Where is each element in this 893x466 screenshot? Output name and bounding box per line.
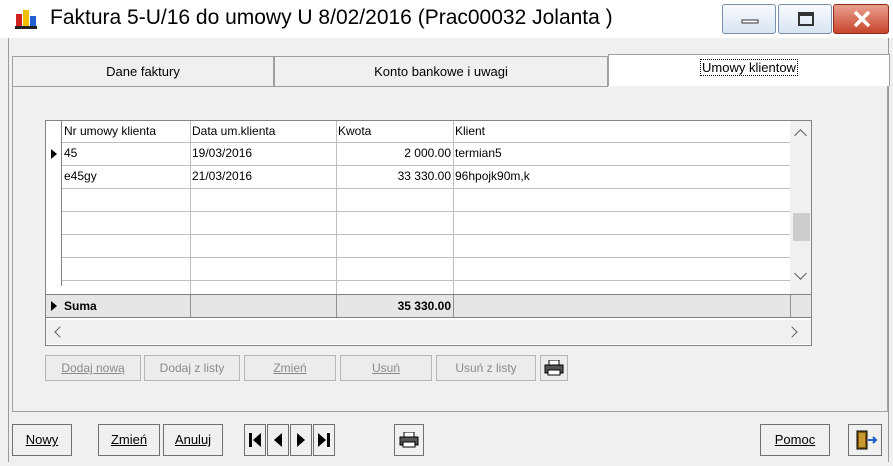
sum-kwota: 35 330.00 [397, 299, 451, 313]
grid-line [790, 295, 791, 317]
vertical-scrollbar[interactable] [790, 121, 811, 294]
first-record-button[interactable] [244, 424, 266, 456]
scroll-up-icon[interactable] [794, 129, 807, 142]
col-header-kwota[interactable]: Kwota [336, 121, 453, 142]
sum-row: Suma 35 330.00 [46, 294, 811, 318]
cell-nr[interactable]: e45gy [62, 166, 190, 187]
sum-row-marker-icon [51, 301, 57, 311]
scroll-left-icon[interactable] [54, 326, 66, 338]
window-title: Faktura 5-U/16 do umowy U 8/02/2016 (Pra… [50, 6, 613, 29]
scroll-thumb[interactable] [793, 213, 810, 241]
help-button[interactable]: Pomoc [760, 424, 830, 456]
tab-umowy-klientow[interactable]: Umowy klientow [608, 54, 890, 86]
printer-icon [544, 360, 564, 376]
tab-panel-top-line [12, 86, 608, 87]
cancel-button[interactable]: Anuluj [163, 424, 223, 456]
cell-data[interactable]: 19/03/2016 [190, 143, 336, 164]
edit-button-label: Zmień [110, 432, 148, 447]
close-button[interactable] [833, 4, 889, 34]
new-button-label: Nowy [25, 432, 59, 447]
next-record-button[interactable] [290, 424, 312, 456]
grid-line [62, 188, 790, 189]
row-indicator-column [46, 121, 62, 286]
previous-record-button[interactable] [267, 424, 289, 456]
grid-line [62, 211, 790, 212]
grid-line [190, 295, 191, 317]
new-button[interactable]: Nowy [12, 424, 72, 456]
app-icon [15, 10, 37, 29]
col-header-data[interactable]: Data um.klienta [190, 121, 336, 142]
cell-klient[interactable]: termian5 [453, 143, 790, 164]
col-header-nr[interactable]: Nr umowy klienta [62, 121, 190, 142]
help-button-label: Pomoc [774, 432, 816, 447]
previous-record-icon [274, 433, 282, 447]
maximize-button[interactable] [778, 4, 832, 34]
sum-label: Suma [64, 299, 97, 313]
print-button[interactable] [394, 424, 424, 456]
tab-umowy-label: Umowy klientow [700, 59, 798, 76]
title-bar: Faktura 5-U/16 do umowy U 8/02/2016 (Pra… [0, 0, 893, 38]
last-record-icon [318, 433, 330, 447]
cell-nr[interactable]: 45 [62, 143, 190, 164]
maximize-icon [798, 12, 814, 26]
grid-line [453, 295, 454, 317]
scroll-down-icon[interactable] [794, 267, 807, 280]
printer-icon [399, 432, 419, 448]
cell-kwota[interactable]: 2 000.00 [336, 143, 453, 164]
contracts-grid[interactable]: Nr umowy klienta Data um.klienta Kwota K… [45, 120, 812, 346]
edit-button[interactable]: Zmień [98, 424, 160, 456]
last-record-button[interactable] [313, 424, 335, 456]
cell-klient[interactable]: 96hpojk90m,k [453, 166, 790, 187]
grid-line [336, 295, 337, 317]
add-from-list-button[interactable]: Dodaj z listy [144, 355, 240, 381]
first-record-icon [249, 433, 261, 447]
col-header-klient[interactable]: Klient [453, 121, 790, 142]
remove-from-list-button[interactable]: Usuń z listy [436, 355, 536, 381]
cell-kwota[interactable]: 33 330.00 [336, 166, 453, 187]
grid-print-button[interactable] [540, 355, 568, 381]
cancel-button-label: Anuluj [174, 432, 212, 447]
minimize-icon [741, 19, 759, 24]
horizontal-scrollbar[interactable] [46, 320, 811, 344]
scroll-right-icon[interactable] [786, 326, 798, 338]
exit-door-icon [856, 430, 878, 450]
next-record-icon [297, 433, 305, 447]
grid-line [62, 257, 790, 258]
add-new-button[interactable]: Dodaj nową [45, 355, 141, 381]
exit-button[interactable] [848, 424, 882, 456]
close-icon [853, 10, 871, 28]
delete-contract-button[interactable]: Usuń [340, 355, 432, 381]
tab-dane-faktury[interactable]: Dane faktury [12, 56, 274, 86]
current-row-marker-icon [51, 149, 57, 159]
grid-line [62, 234, 790, 235]
tab-konto-bankowe[interactable]: Konto bankowe i uwagi [274, 56, 608, 86]
grid-line [62, 280, 790, 281]
minimize-button[interactable] [722, 4, 776, 34]
edit-contract-button[interactable]: Zmień [244, 355, 336, 381]
cell-data[interactable]: 21/03/2016 [190, 166, 336, 187]
